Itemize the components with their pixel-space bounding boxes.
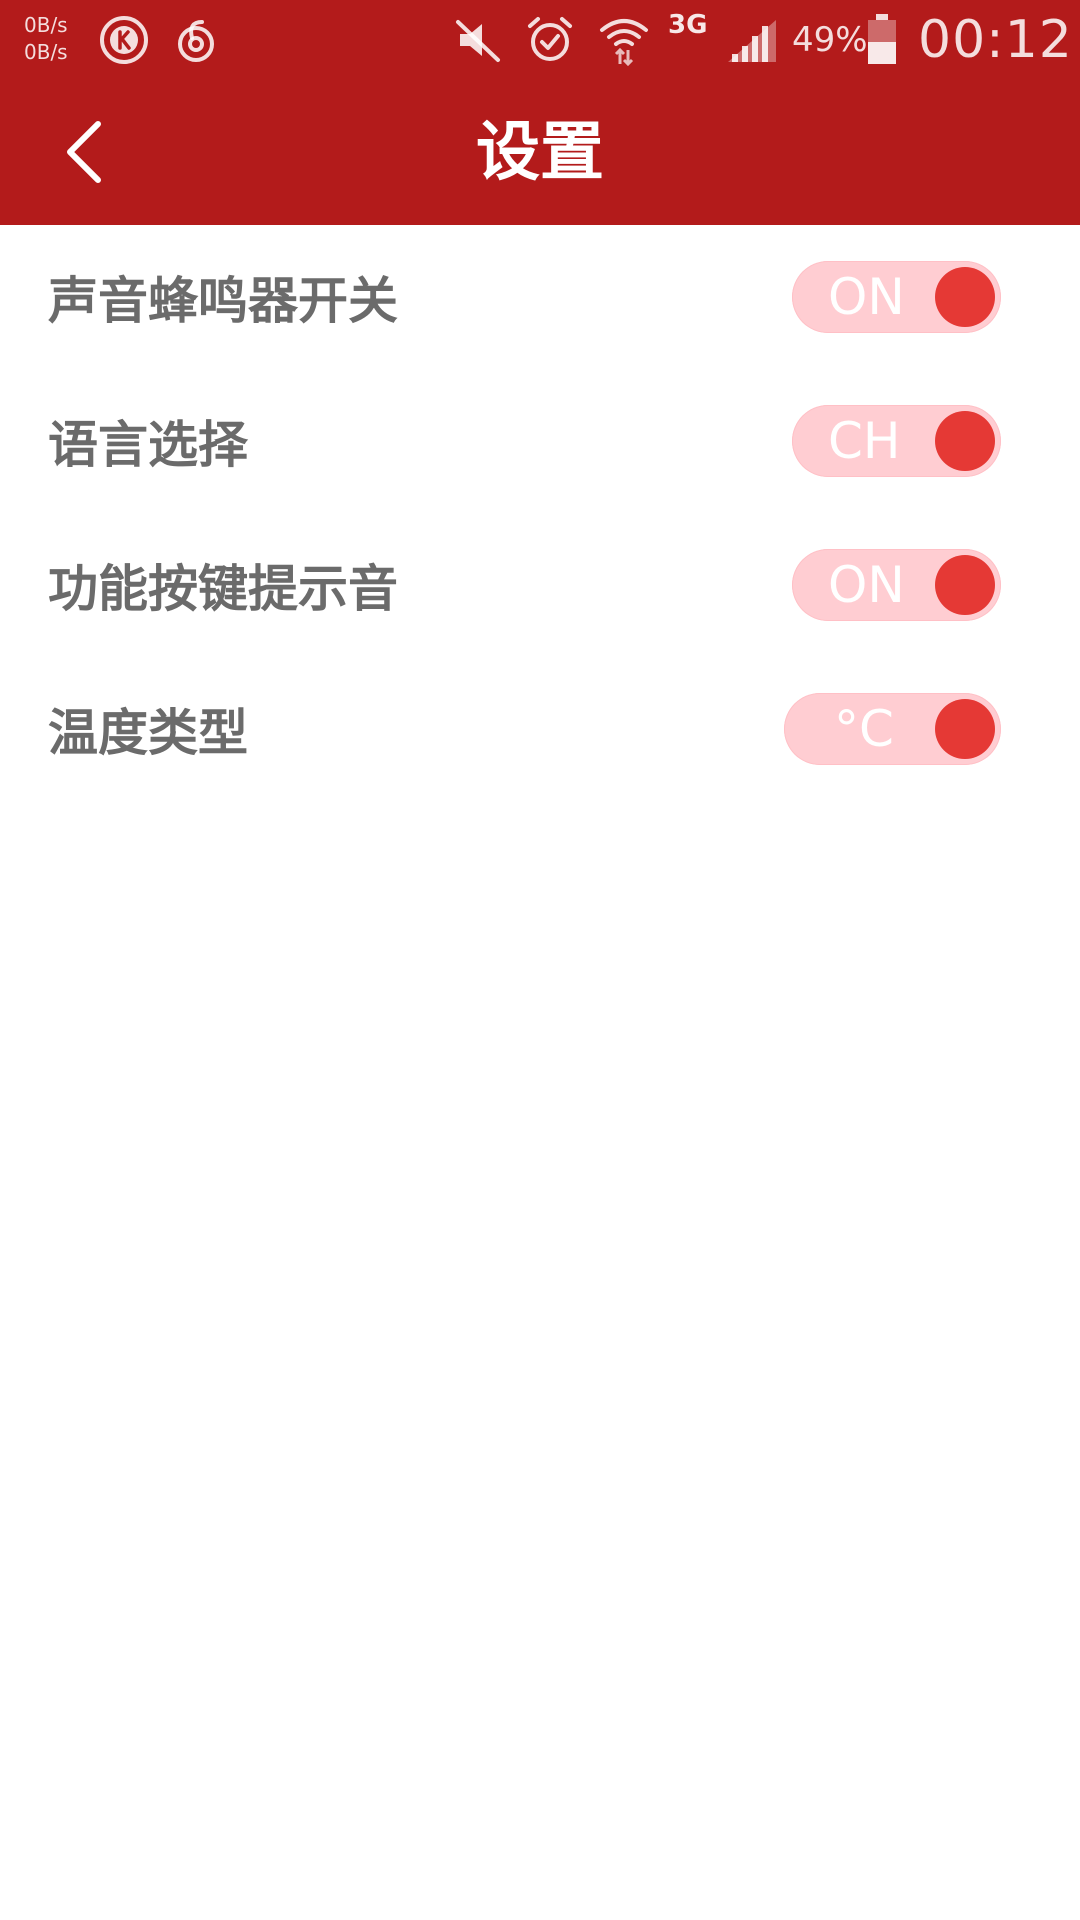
battery-icon <box>862 12 902 68</box>
setting-row-key-sound: 功能按键提示音 ON <box>0 513 1080 657</box>
wifi-icon <box>596 12 652 68</box>
toggle-text: ON <box>828 556 905 614</box>
toggle-knob <box>935 699 995 759</box>
k-app-icon <box>96 12 152 68</box>
download-speed: 0B/s <box>24 40 68 64</box>
app-bar: 设置 <box>0 80 1080 225</box>
status-bar: 0B/s 0B/s 3G 49% 00:12 <box>0 0 1080 80</box>
language-toggle[interactable]: CH <box>792 405 1001 477</box>
network-speed: 0B/s 0B/s <box>24 12 68 66</box>
battery-percent: 49% <box>792 20 868 60</box>
setting-row-language: 语言选择 CH <box>0 369 1080 513</box>
setting-label: 功能按键提示音 <box>48 560 398 618</box>
toggle-knob <box>935 555 995 615</box>
toggle-knob <box>935 411 995 471</box>
setting-label: 声音蜂鸣器开关 <box>48 272 398 330</box>
setting-label: 语言选择 <box>48 416 248 474</box>
settings-list: 声音蜂鸣器开关 ON 语言选择 CH 功能按键提示音 ON 温度类型 °C <box>0 225 1080 801</box>
network-type: 3G <box>668 10 708 40</box>
mute-icon <box>450 12 506 68</box>
setting-label: 温度类型 <box>48 704 248 762</box>
clock: 00:12 <box>918 10 1073 70</box>
setting-row-temperature: 温度类型 °C <box>0 657 1080 801</box>
buzzer-toggle[interactable]: ON <box>792 261 1001 333</box>
key-sound-toggle[interactable]: ON <box>792 549 1001 621</box>
temperature-unit-toggle[interactable]: °C <box>784 693 1001 765</box>
toggle-text: ON <box>828 268 905 326</box>
page-title: 设置 <box>476 116 604 190</box>
upload-speed: 0B/s <box>24 13 68 37</box>
toggle-text: °C <box>834 700 894 758</box>
netease-music-icon <box>168 12 224 68</box>
alarm-icon <box>522 12 578 68</box>
setting-row-buzzer: 声音蜂鸣器开关 ON <box>0 225 1080 369</box>
toggle-text: CH <box>828 412 901 470</box>
signal-icon <box>724 12 780 68</box>
toggle-knob <box>935 267 995 327</box>
